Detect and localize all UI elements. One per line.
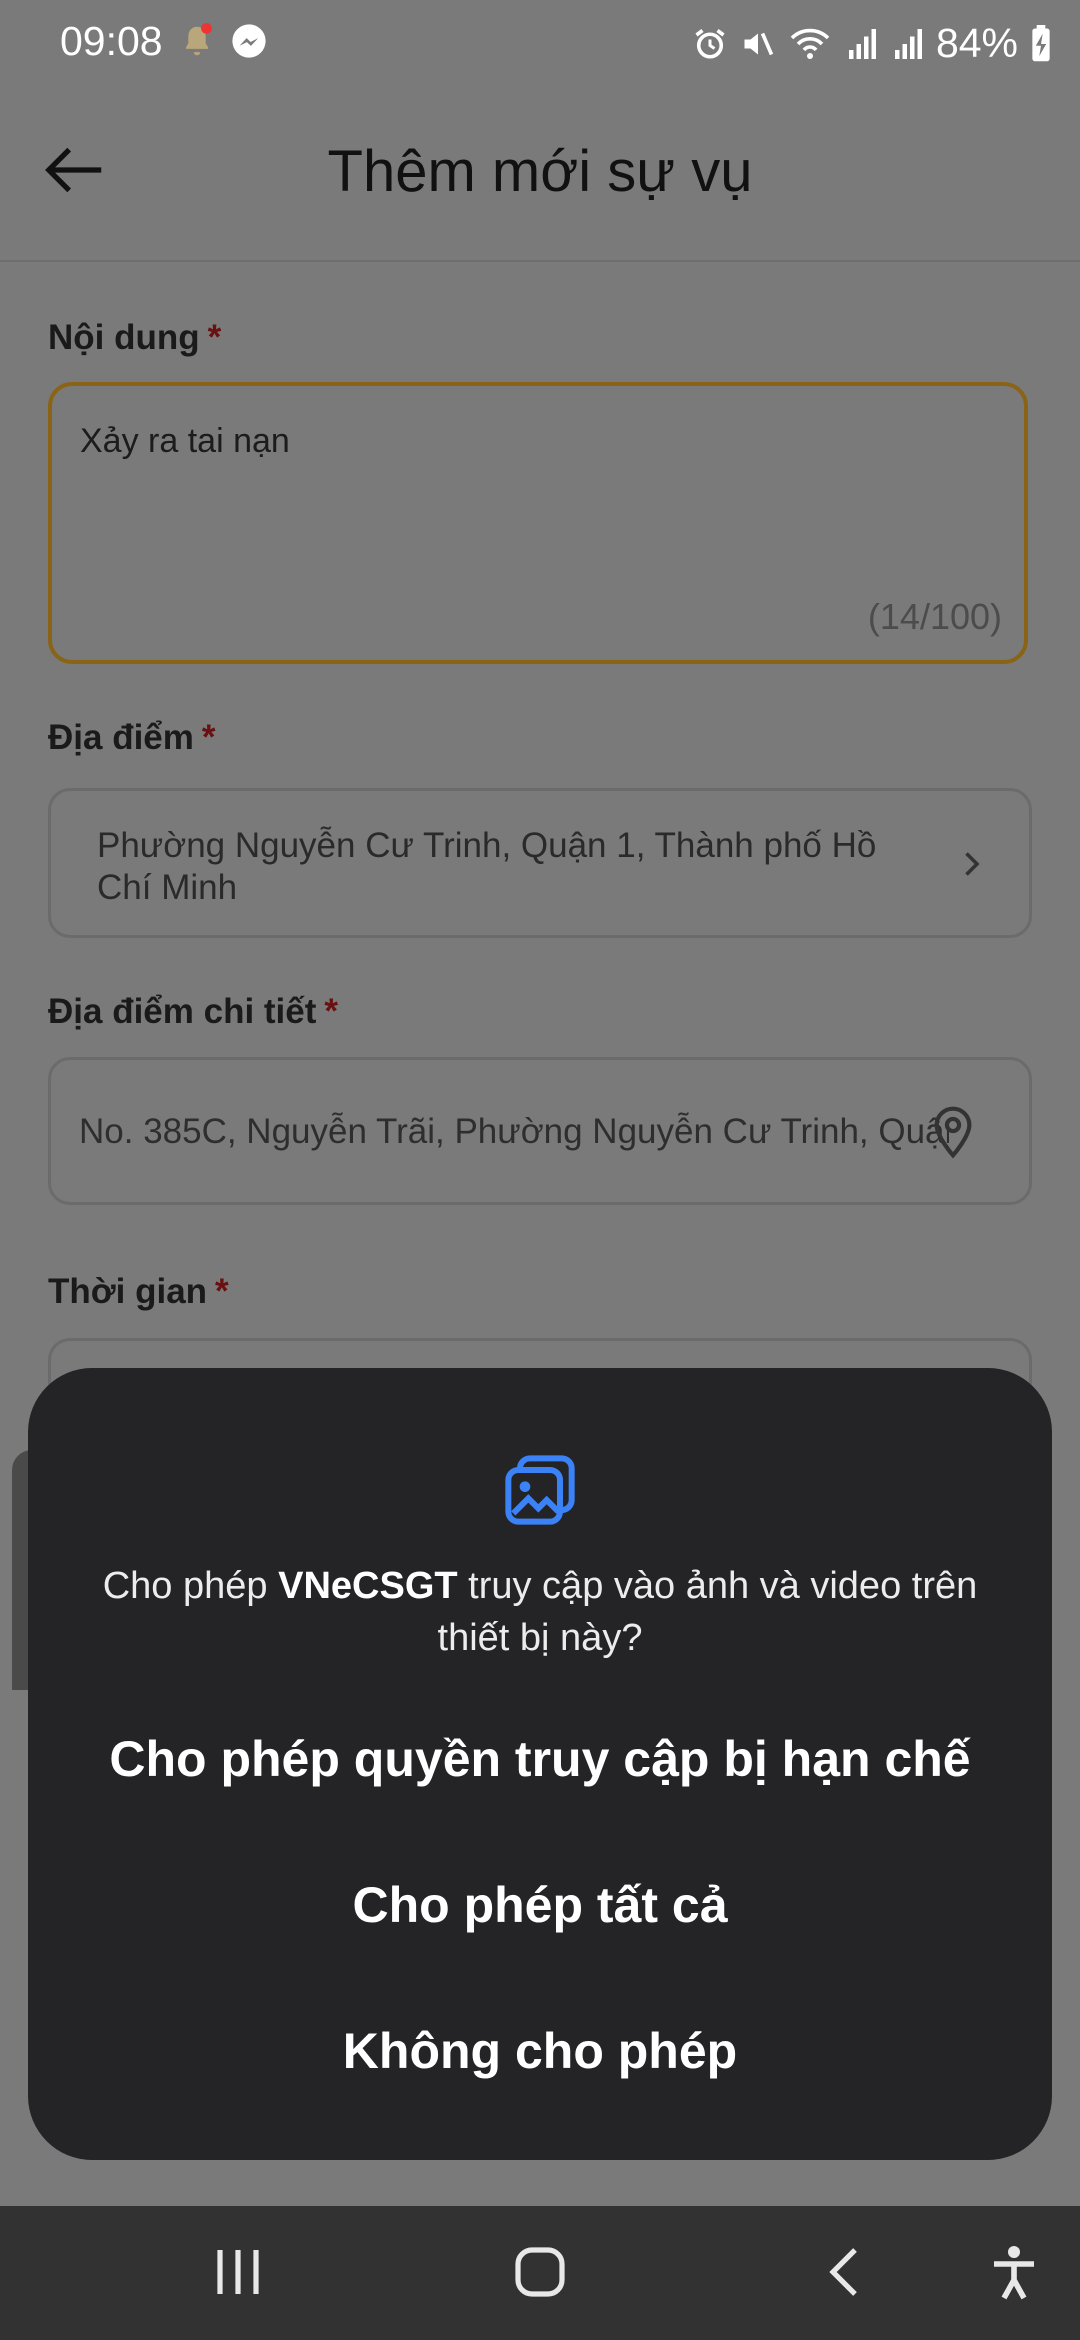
status-time: 09:08 — [60, 18, 163, 64]
app-name: VNeCSGT — [278, 1565, 458, 1607]
required-mark: * — [207, 318, 222, 357]
battery-percent: 84% — [935, 20, 1018, 66]
required-mark: * — [324, 992, 339, 1031]
recent-apps-icon[interactable] — [212, 2242, 264, 2302]
signal-icon — [890, 26, 924, 62]
detail-location-value: No. 385C, Nguyễn Trãi, Phường Nguyễn Cư … — [79, 1112, 949, 1151]
deny-button[interactable]: Không cho phép — [28, 2022, 1052, 2080]
required-mark: * — [201, 718, 216, 757]
app-bar: Thêm mới sự vụ — [0, 90, 1080, 262]
required-mark: * — [215, 1272, 229, 1311]
allow-all-button[interactable]: Cho phép tất cả — [28, 1876, 1052, 1934]
battery-charging-icon — [1030, 24, 1052, 63]
location-pin-icon[interactable] — [925, 1104, 981, 1160]
back-icon[interactable] — [820, 2242, 870, 2302]
detail-location-label: Địa điểm chi tiết * — [48, 992, 339, 1031]
notification-bell-icon — [178, 22, 216, 60]
accessibility-icon[interactable] — [986, 2242, 1042, 2302]
content-label: Nội dung * — [48, 318, 222, 357]
messenger-icon — [230, 22, 268, 60]
wifi-icon — [788, 26, 832, 62]
home-icon[interactable] — [510, 2242, 570, 2302]
time-label: Thời gian * — [48, 1272, 229, 1311]
content-textarea[interactable]: Xảy ra tai nạn (14/100) — [48, 382, 1028, 664]
location-select[interactable]: Phường Nguyễn Cư Trinh, Quận 1, Thành ph… — [48, 788, 1032, 938]
detail-location-input[interactable]: No. 385C, Nguyễn Trãi, Phường Nguyễn Cư … — [48, 1057, 1032, 1205]
navigation-bar — [0, 2206, 1080, 2340]
allow-limited-button[interactable]: Cho phép quyền truy cập bị hạn chế — [28, 1730, 1052, 1788]
signal-icon — [844, 26, 878, 62]
content-value: Xảy ra tai nạn — [80, 422, 290, 460]
chevron-right-icon — [965, 852, 980, 876]
status-bar: 09:08 84% — [0, 0, 1080, 90]
photos-icon — [505, 1455, 575, 1525]
permission-dialog: Cho phép VNeCSGT truy cập vào ảnh và vid… — [28, 1368, 1052, 2160]
dialog-message: Cho phép VNeCSGT truy cập vào ảnh và vid… — [102, 1565, 978, 1659]
location-label: Địa điểm * — [48, 718, 216, 757]
page-title: Thêm mới sự vụ — [327, 139, 753, 204]
alarm-icon — [692, 26, 728, 62]
location-value: Phường Nguyễn Cư Trinh, Quận 1, Thành ph… — [97, 826, 877, 907]
mute-icon — [740, 26, 776, 62]
char-counter: (14/100) — [867, 596, 1002, 637]
